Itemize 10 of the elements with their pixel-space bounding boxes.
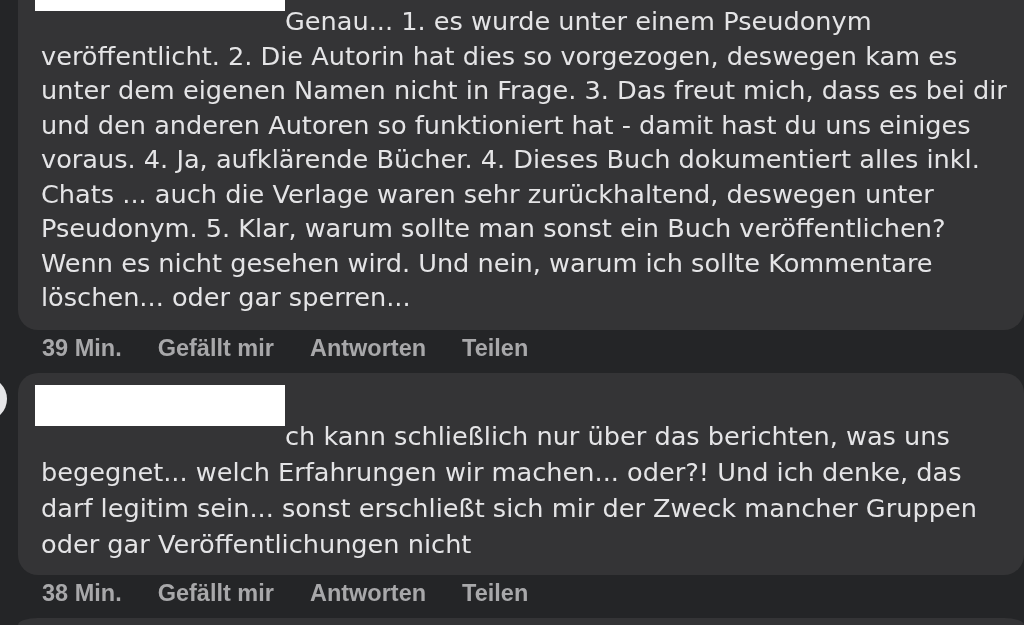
comment-text: ch kann schließlich nur über das berichten, was uns begegnet... welch Erfahrungen wir machen... oder?! Und ich denke, das darf legitim sein... sonst erschließt sich mir der Zweck mancher Gruppen oder gar Veröffentlichungen nicht — [41, 420, 977, 559]
comment-action[interactable]: Gefällt mir — [157, 577, 274, 608]
comment-text: Genau... 1. es wurde unter einem Pseudonym veröffentlicht. 2. Die Autorin hat dies so vorgezogen, deswegen kam es unter dem eigenen Namen nicht in Frage. 3. Das freut mich, dass es bei dir und den anderen Autoren so funktioniert hat - damit hast du uns einiges voraus. 4. Ja, aufklärende Bücher. 4. Dieses Buch dokumentiert alles inkl. Chats ... auch die Verlage waren sehr zurückhaltend, deswegen unter Pseudonym. 5. Klar, warum sollte man sonst ein Buch veröffentlichen? Wenn es nicht gesehen wird. Und nein, warum ich sollte Kommentare löschen... oder gar sperren... — [41, 6, 1007, 312]
comment-action[interactable]: Teilen — [462, 332, 529, 363]
comment-action[interactable]: Gefällt mir — [157, 332, 274, 363]
comment-action[interactable]: Teilen — [462, 577, 529, 608]
comment-time: 38 Min. — [42, 578, 122, 608]
comment-time: 39 Min. — [42, 333, 122, 363]
comment-action[interactable]: Antworten — [309, 332, 427, 363]
comment-action[interactable]: Antworten — [309, 577, 427, 608]
